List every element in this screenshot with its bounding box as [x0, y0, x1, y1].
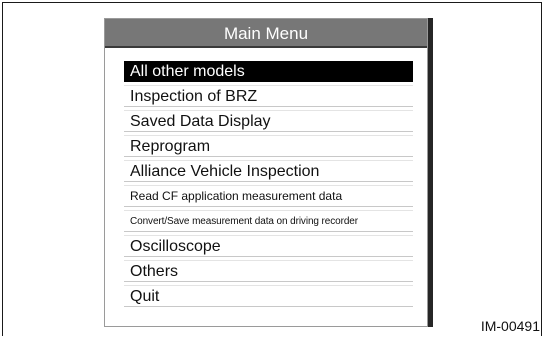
menu-item-saved-data-display[interactable]: Saved Data Display	[124, 111, 413, 132]
main-menu-window: Main Menu All other models Inspection of…	[104, 18, 428, 327]
figure-id-caption: IM-00491	[480, 318, 540, 334]
window-title: Main Menu	[105, 19, 427, 48]
menu-item-read-cf-data[interactable]: Read CF application measurement data	[124, 186, 413, 207]
menu-item-oscilloscope[interactable]: Oscilloscope	[124, 236, 413, 257]
menu-item-quit[interactable]: Quit	[124, 286, 413, 307]
menu-item-inspection-of-brz[interactable]: Inspection of BRZ	[124, 86, 413, 107]
menu-item-all-other-models[interactable]: All other models	[124, 61, 413, 82]
menu-item-convert-save-driving-recorder[interactable]: Convert/Save measurement data on driving…	[124, 211, 413, 232]
window-shadow	[428, 18, 433, 327]
main-menu-list: All other models Inspection of BRZ Saved…	[124, 61, 413, 311]
menu-item-reprogram[interactable]: Reprogram	[124, 136, 413, 157]
menu-item-others[interactable]: Others	[124, 261, 413, 282]
menu-item-alliance-vehicle-inspection[interactable]: Alliance Vehicle Inspection	[124, 161, 413, 182]
